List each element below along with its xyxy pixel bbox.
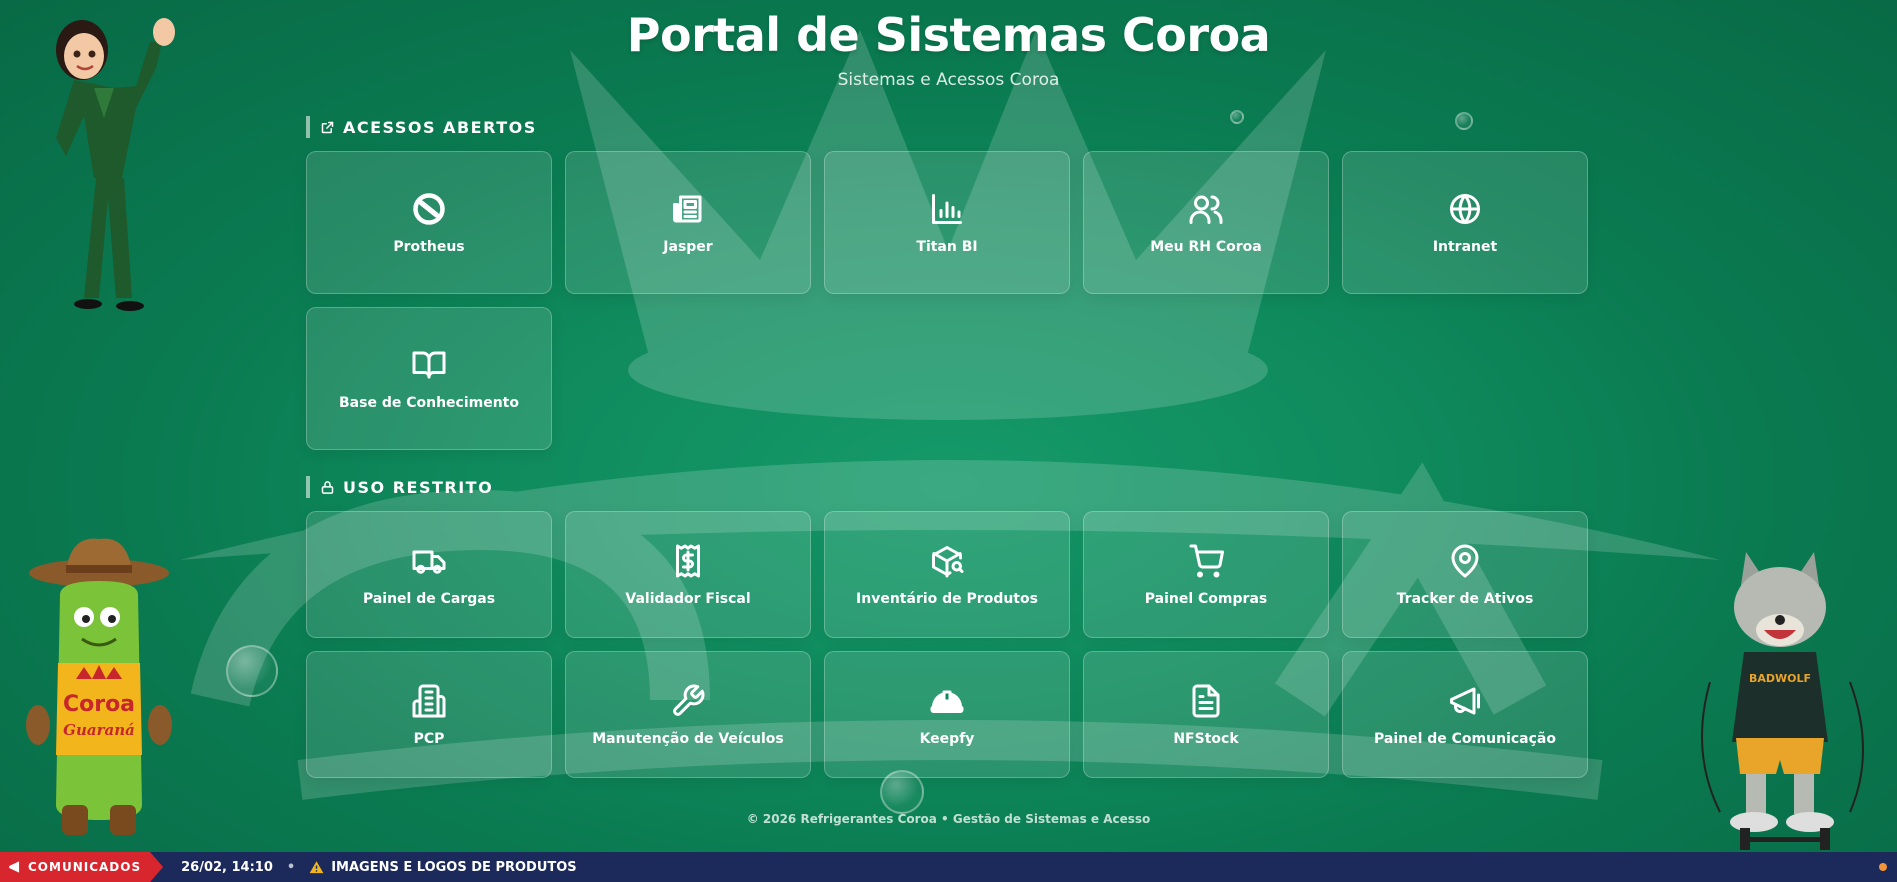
announcements-badge[interactable]: COMUNICADOS [0,852,164,882]
bar-chart-icon [932,193,962,224]
svg-text:Coroa: Coroa [63,692,135,717]
receipt-icon [676,544,700,577]
section-heading-restricted: USO RESTRITO [306,476,493,498]
card-painel-de-cargas[interactable]: Painel de Cargas [306,511,552,638]
card-painel-compras[interactable]: Painel Compras [1083,511,1329,638]
card-label: Inventário de Produtos [856,590,1038,607]
card-label: Meu RH Coroa [1150,238,1262,255]
announcement-message[interactable]: IMAGENS E LOGOS DE PRODUTOS [309,859,577,875]
card-painel-de-comunicacao[interactable]: Painel de Comunicação [1342,651,1588,778]
newspaper-icon [673,195,702,222]
badge-label: COMUNICADOS [28,860,142,874]
card-validador-fiscal[interactable]: Validador Fiscal [565,511,811,638]
card-label: Titan BI [916,238,978,255]
card-protheus[interactable]: Protheus [306,151,552,294]
card-keepfy[interactable]: Keepfy [824,651,1070,778]
card-label: Tracker de Ativos [1396,590,1534,607]
card-intranet[interactable]: Intranet [1342,151,1588,294]
package-search-icon [932,545,964,577]
card-label: Painel de Cargas [362,590,496,607]
guarana-bottle-mascot: Coroa Guaraná [26,538,172,835]
card-label: Protheus [393,238,465,255]
footer-copyright: © 2026 Refrigerantes Coroa • Gestão de S… [746,812,1151,826]
card-base-de-conhecimento[interactable]: Base de Conhecimento [306,307,552,450]
hard-hat-icon [930,690,964,713]
card-jasper[interactable]: Jasper [565,151,811,294]
warning-icon [309,860,324,873]
open-access-grid: Protheus Jasper Titan BI Meu RH Coroa In… [306,151,1588,450]
card-label: Intranet [1432,238,1498,255]
card-label: Painel Compras [1144,590,1268,607]
truck-icon [412,550,446,574]
card-manutencao-de-veiculos[interactable]: Manutenção de Veículos [565,651,811,778]
decorative-bubble [1455,112,1473,130]
card-label: Keepfy [919,730,975,747]
shopping-cart-icon [1189,544,1224,577]
svg-text:Guaraná: Guaraná [63,721,135,739]
megaphone-icon [9,861,20,873]
ticker-separator: • [286,859,296,875]
factory-icon [412,684,446,717]
lock-icon [321,480,334,494]
megaphone-icon [1450,687,1480,714]
decorative-bubble [1230,110,1244,124]
announcement-timestamp: 26/02, 14:10 [181,859,273,875]
card-label: PCP [413,730,445,747]
card-inventario-de-produtos[interactable]: Inventário de Produtos [824,511,1070,638]
section-title: USO RESTRITO [343,477,494,497]
card-label: Painel de Comunicação [1374,730,1556,747]
card-label: Manutenção de Veículos [592,730,784,747]
globe-icon [1450,193,1480,224]
decorative-bubble [226,645,278,697]
status-indicator-dot [1879,863,1887,871]
card-label: NFStock [1173,730,1239,747]
page-title: Portal de Sistemas Coroa [626,8,1271,62]
card-label: Base de Conhecimento [339,394,519,411]
card-titan-bi[interactable]: Titan BI [824,151,1070,294]
wrench-icon [673,684,705,716]
card-pcp[interactable]: PCP [306,651,552,778]
book-open-icon [412,351,446,378]
svg-text:BADWOLF: BADWOLF [1749,672,1811,685]
card-tracker-de-ativos[interactable]: Tracker de Ativos [1342,511,1588,638]
card-meu-rh-coroa[interactable]: Meu RH Coroa [1083,151,1329,294]
card-nfstock[interactable]: NFStock [1083,651,1329,778]
announcements-ticker: COMUNICADOS 26/02, 14:10 • IMAGENS E LOG… [0,852,1897,882]
woman-mascot [56,18,175,311]
section-title: ACESSOS ABERTOS [343,117,537,137]
map-pin-icon [1451,544,1479,577]
section-heading-open-access: ACESSOS ABERTOS [306,116,537,138]
file-text-icon [1192,684,1220,717]
card-label: Validador Fiscal [625,590,751,607]
announcement-text: IMAGENS E LOGOS DE PRODUTOS [331,859,577,875]
external-link-icon [321,121,334,133]
card-label: Jasper [663,238,713,255]
page-header: Portal de Sistemas Coroa Sistemas e Aces… [0,8,1897,90]
restricted-grid: Painel de Cargas Validador Fiscal Invent… [306,511,1588,778]
page-subtitle: Sistemas e Acessos Coroa [837,70,1060,90]
wolf-mascot: BADWOLF [1701,552,1864,850]
users-icon [1189,195,1223,224]
protheus-logo-icon [413,192,445,225]
